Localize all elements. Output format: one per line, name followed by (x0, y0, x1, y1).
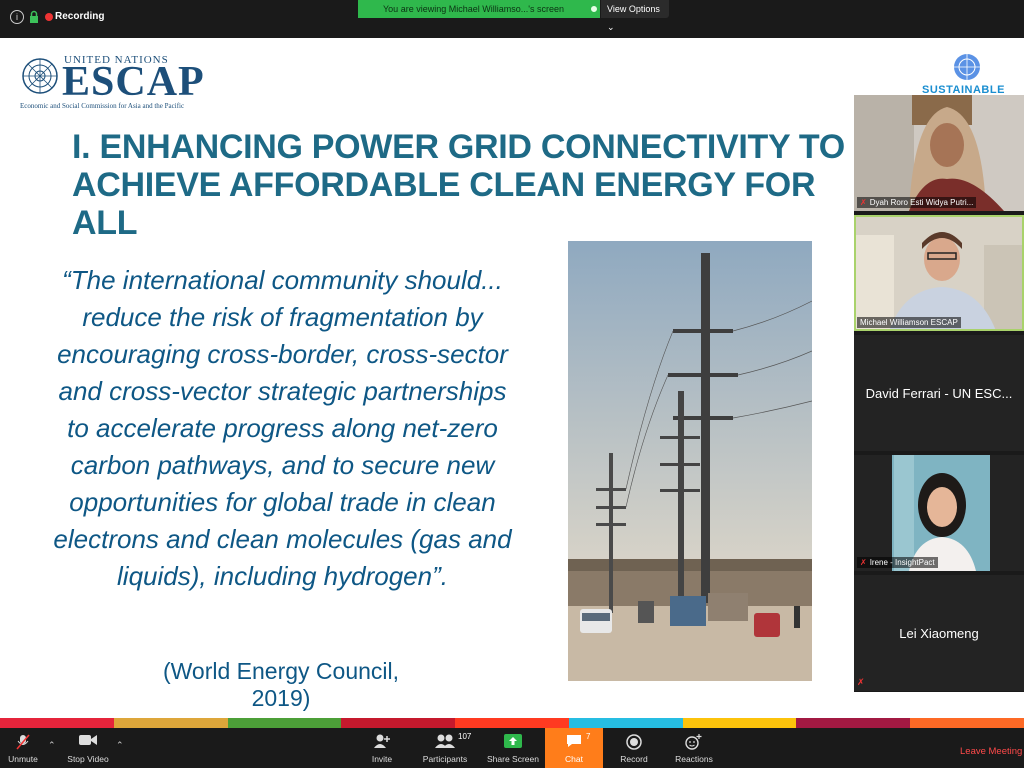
reactions-button[interactable]: Reactions (672, 728, 716, 768)
quote-line: and cross-vector strategic partnerships (58, 376, 507, 406)
escap-logo: UNITED NATIONS ESCAP Economic and Social… (18, 52, 204, 112)
record-button[interactable]: Record (616, 728, 652, 768)
record-label: Record (620, 754, 648, 764)
participant-tile-active-speaker[interactable]: Michael Williamson ESCAP (854, 215, 1024, 331)
color-strip-segment (0, 718, 114, 728)
color-strip-segment (682, 718, 797, 728)
participant-name-label: Michael Williamson ESCAP (857, 317, 961, 328)
color-strip-segment (455, 718, 569, 728)
stop-video-label: Stop Video (67, 754, 109, 764)
info-icon[interactable]: i (10, 10, 24, 24)
participant-name: Dyah Roro Esti Widya Putri... (869, 198, 974, 207)
mic-muted-icon: ✗ (860, 558, 867, 567)
share-screen-label: Share Screen (487, 754, 539, 764)
quote-line: liquids), including hydrogen”. (117, 561, 448, 591)
add-person-icon (366, 728, 398, 754)
title-line-1: I. ENHANCING POWER GRID CONNECTIVITY TO (72, 128, 845, 166)
title-line-2: ACHIEVE AFFORDABLE CLEAN ENERGY FOR ALL (72, 166, 816, 242)
quote-line: reduce the risk of fragmentation by (82, 302, 483, 332)
participant-video-feed (854, 455, 1024, 571)
participant-tile[interactable]: Lei Xiaomeng ✗ (854, 575, 1024, 691)
chat-button[interactable]: 7 Chat (545, 728, 603, 768)
quote-line: opportunities for global trade in clean (69, 487, 496, 517)
share-screen-icon (484, 728, 542, 754)
participant-video-panel: ✗ Dyah Roro Esti Widya Putri... Michael W… (854, 95, 1024, 692)
share-status-icon (589, 4, 599, 14)
quote-block: “The international community should... r… (40, 262, 525, 595)
participant-name: Michael Williamson ESCAP (860, 318, 958, 327)
video-options-caret-icon[interactable]: ⌃ (116, 740, 124, 751)
zoom-meeting-window: i Recording You are viewing Michael Will… (0, 0, 1024, 768)
un-emblem-icon (22, 58, 58, 94)
color-strip-segment (113, 718, 228, 728)
color-strip-segment (910, 718, 1024, 728)
participants-count: 107 (458, 732, 472, 741)
sdg-logo: SUSTAINABLE (918, 50, 1014, 96)
record-icon (616, 728, 652, 754)
chat-unread-count: 7 (586, 732, 591, 741)
chat-bubble-icon (545, 728, 603, 754)
participant-name-label: ✗ Dyah Roro Esti Widya Putri... (857, 197, 977, 208)
video-camera-icon (62, 728, 114, 754)
share-screen-button[interactable]: Share Screen (484, 728, 542, 768)
invite-label: Invite (371, 754, 393, 764)
color-strip-segment (796, 718, 911, 728)
quote-line: electrons and clean molecules (gas and (53, 524, 512, 554)
leave-meeting-button[interactable]: Leave Meeting (960, 746, 1022, 757)
view-options-button[interactable]: View Options ⌄ (601, 0, 669, 32)
participant-name: Lei Xiaomeng (899, 625, 979, 641)
un-globe-icon (954, 54, 980, 80)
chevron-down-icon: ⌄ (607, 22, 615, 32)
participant-tile[interactable]: David Ferrari - UN ESC... (854, 335, 1024, 451)
participant-video-feed (854, 95, 1024, 211)
quote-line: carbon pathways, and to secure new (70, 450, 495, 480)
quote-line: “The international community should... (62, 265, 503, 295)
escap-subtitle: Economic and Social Commission for Asia … (20, 102, 185, 110)
quote-line: to accelerate progress along net-zero (67, 413, 498, 443)
unmute-label: Unmute (8, 754, 38, 764)
recording-dot-icon (45, 13, 53, 21)
lock-icon[interactable] (29, 10, 39, 24)
mic-muted-icon: ✗ (857, 677, 865, 687)
reactions-label: Reactions (675, 754, 713, 764)
view-options-label: View Options (607, 4, 660, 14)
color-strip-segment (227, 718, 342, 728)
participant-name: David Ferrari - UN ESC... (865, 385, 1013, 401)
participant-tile[interactable]: ✗ Irene - InsightPact (854, 455, 1024, 571)
top-bar: i Recording You are viewing Michael Will… (0, 0, 1024, 38)
add-reaction-icon (672, 728, 716, 754)
quote-line: encouraging cross-border, cross-sector (57, 339, 508, 369)
mic-muted-icon (4, 728, 42, 754)
color-strip-segment (341, 718, 456, 728)
stop-video-button[interactable]: Stop Video (62, 728, 114, 768)
unmute-button[interactable]: Unmute (4, 728, 42, 768)
power-lines-photo (568, 241, 812, 681)
sdg-color-strip (0, 718, 1024, 728)
recording-label: Recording (55, 11, 105, 22)
invite-button[interactable]: Invite (366, 728, 398, 768)
chat-label: Chat (565, 754, 583, 764)
meeting-toolbar: Unmute ⌃ Stop Video ⌃ Invite 107 Partici… (0, 728, 1024, 768)
mic-muted-icon: ✗ (860, 198, 867, 207)
escap-wordmark: ESCAP (62, 59, 205, 105)
slide-title: I. ENHANCING POWER GRID CONNECTIVITY TO … (72, 128, 872, 242)
screen-share-banner: You are viewing Michael Williamso...'s s… (358, 0, 600, 18)
color-strip-segment (568, 718, 683, 728)
participant-tile[interactable]: ✗ Dyah Roro Esti Widya Putri... (854, 95, 1024, 211)
participants-label: Participants (422, 754, 468, 764)
participants-button[interactable]: 107 Participants (418, 728, 472, 768)
participant-video-feed (854, 215, 1024, 331)
participant-name-label: ✗ Irene - InsightPact (857, 557, 938, 568)
participant-name: Irene - InsightPact (869, 558, 935, 567)
audio-options-caret-icon[interactable]: ⌃ (48, 740, 56, 751)
quote-citation: (World Energy Council, 2019) (162, 658, 400, 711)
